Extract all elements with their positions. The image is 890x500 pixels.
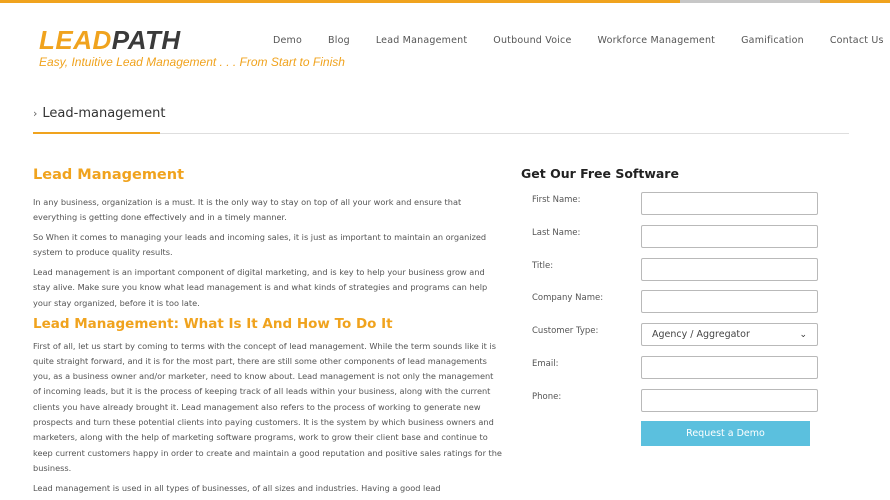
form-row-last-name: Last Name: bbox=[532, 225, 822, 249]
form-row-email: Email: bbox=[532, 356, 822, 380]
nav-item-gamification[interactable]: Gamification bbox=[741, 35, 804, 46]
email-label: Email: bbox=[532, 359, 559, 369]
customer-type-select[interactable]: Agency / Aggregator ⌄ bbox=[641, 323, 818, 346]
chevron-down-icon: ⌄ bbox=[799, 329, 807, 340]
nav-item-demo[interactable]: Demo bbox=[273, 35, 302, 46]
customer-type-selected-value: Agency / Aggregator bbox=[652, 329, 750, 340]
article-paragraph: Lead management is used in all types of … bbox=[33, 482, 441, 493]
company-name-label: Company Name: bbox=[532, 293, 604, 303]
first-name-label: First Name: bbox=[532, 195, 581, 205]
last-name-label: Last Name: bbox=[532, 228, 581, 238]
nav-item-blog[interactable]: Blog bbox=[328, 35, 350, 46]
form-row-company-name: Company Name: bbox=[532, 290, 822, 314]
breadcrumb: › Lead-management bbox=[33, 106, 165, 121]
breadcrumb-accent-underline bbox=[33, 132, 160, 134]
nav-item-contact-us[interactable]: Contact Us bbox=[830, 35, 884, 46]
nav-item-workforce-management[interactable]: Workforce Management bbox=[598, 35, 716, 46]
form-row-customer-type: Customer Type: Agency / Aggregator ⌄ bbox=[532, 323, 822, 347]
free-software-form: Get Our Free Software First Name: Last N… bbox=[521, 166, 831, 446]
site-logo[interactable]: LEADPATH bbox=[39, 25, 181, 55]
article-heading-lead-management: Lead Management bbox=[33, 167, 185, 183]
form-row-first-name: First Name: bbox=[532, 192, 822, 216]
form-row-title: Title: bbox=[532, 258, 822, 282]
main-navigation: Demo Blog Lead Management Outbound Voice… bbox=[273, 35, 884, 46]
top-accent-bar-grey-segment bbox=[680, 0, 820, 3]
article-subheading: Lead Management: What Is It And How To D… bbox=[33, 315, 393, 332]
chevron-right-icon: › bbox=[33, 107, 38, 120]
phone-label: Phone: bbox=[532, 392, 562, 402]
nav-item-lead-management[interactable]: Lead Management bbox=[376, 35, 467, 46]
logo-lead-text: LEAD bbox=[39, 25, 112, 55]
form-row-phone: Phone: bbox=[532, 389, 822, 413]
company-name-input[interactable] bbox=[641, 290, 818, 313]
logo-path-text: PATH bbox=[111, 25, 181, 55]
breadcrumb-label: Lead-management bbox=[42, 106, 166, 121]
site-tagline: Easy, Intuitive Lead Management . . . Fr… bbox=[39, 55, 345, 69]
customer-type-label: Customer Type: bbox=[532, 326, 599, 336]
article-paragraph: So When it comes to managing your leads … bbox=[33, 232, 487, 258]
top-accent-bar bbox=[0, 0, 890, 3]
article-paragraph: In any business, organization is a must.… bbox=[33, 197, 462, 223]
last-name-input[interactable] bbox=[641, 225, 818, 248]
article-body: Lead Management In any business, organiz… bbox=[33, 167, 503, 500]
phone-input[interactable] bbox=[641, 389, 818, 412]
first-name-input[interactable] bbox=[641, 192, 818, 215]
request-demo-button[interactable]: Request a Demo bbox=[641, 421, 810, 446]
title-label: Title: bbox=[532, 261, 554, 271]
title-input[interactable] bbox=[641, 258, 818, 281]
article-paragraph: First of all, let us start by coming to … bbox=[33, 340, 502, 473]
form-title: Get Our Free Software bbox=[521, 166, 679, 181]
email-input[interactable] bbox=[641, 356, 818, 379]
nav-item-outbound-voice[interactable]: Outbound Voice bbox=[493, 35, 571, 46]
article-paragraph: Lead management is an important componen… bbox=[33, 267, 488, 308]
